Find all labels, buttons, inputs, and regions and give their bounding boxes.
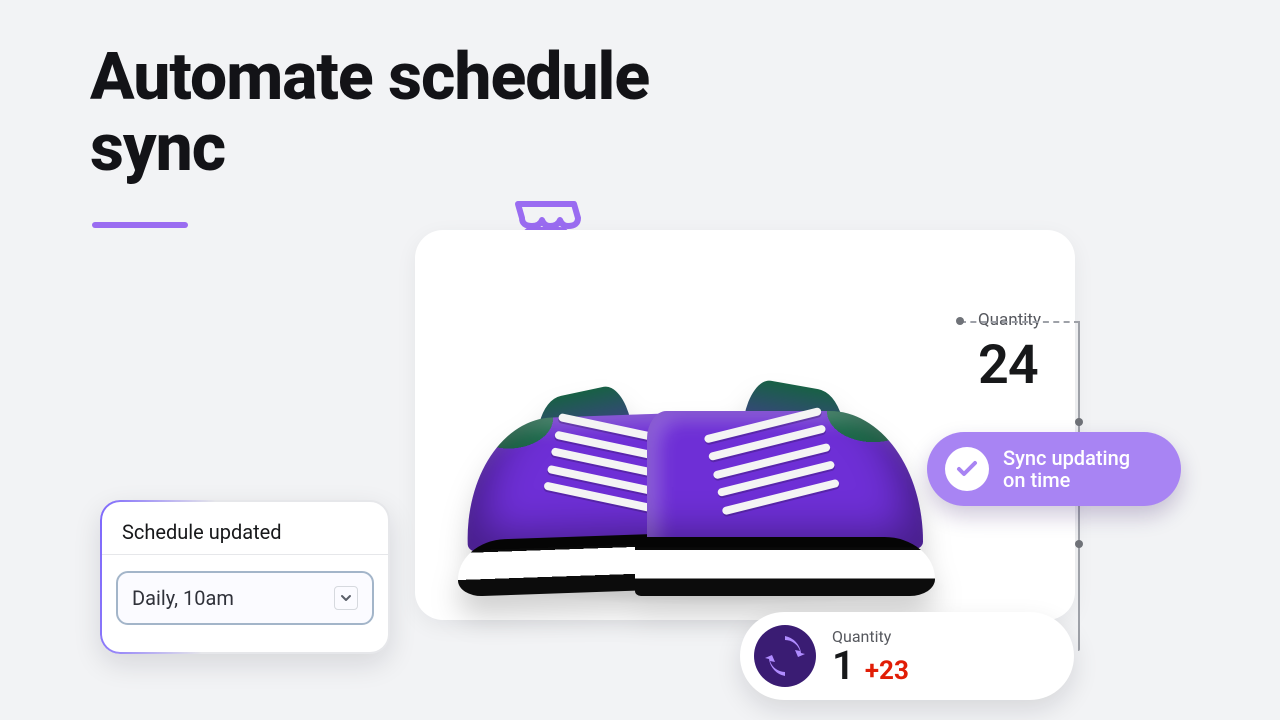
schedule-heading: Schedule updated bbox=[102, 502, 388, 555]
quantity-value: 1 bbox=[832, 646, 855, 686]
sync-status-text: Sync updating on time bbox=[1003, 447, 1153, 491]
product-image bbox=[445, 300, 945, 600]
quantity-delta: +23 bbox=[865, 656, 909, 686]
quantity-label: Quantity bbox=[978, 310, 1041, 330]
check-circle-icon bbox=[945, 447, 989, 491]
quantity-value: 24 bbox=[978, 334, 1041, 397]
title-line-1: Automate schedule bbox=[90, 42, 649, 113]
page-title: Automate schedule sync bbox=[90, 42, 649, 185]
connector-line bbox=[960, 321, 1080, 323]
product-card: Quantity 24 bbox=[415, 230, 1075, 620]
title-underline bbox=[92, 222, 188, 228]
title-line-2: sync bbox=[90, 113, 649, 184]
schedule-selected-value: Daily, 10am bbox=[132, 586, 234, 610]
chevron-down-icon bbox=[334, 586, 358, 610]
connector-dot bbox=[1075, 540, 1083, 548]
schedule-card: Schedule updated Daily, 10am bbox=[100, 500, 390, 654]
sync-arrows-icon bbox=[754, 625, 816, 687]
quantity-update-card: Quantity 1 +23 bbox=[740, 612, 1074, 700]
sync-status-pill: Sync updating on time bbox=[927, 432, 1181, 506]
schedule-dropdown[interactable]: Daily, 10am bbox=[116, 571, 374, 625]
connector-dot bbox=[1075, 418, 1083, 426]
connector-dot bbox=[956, 317, 964, 325]
